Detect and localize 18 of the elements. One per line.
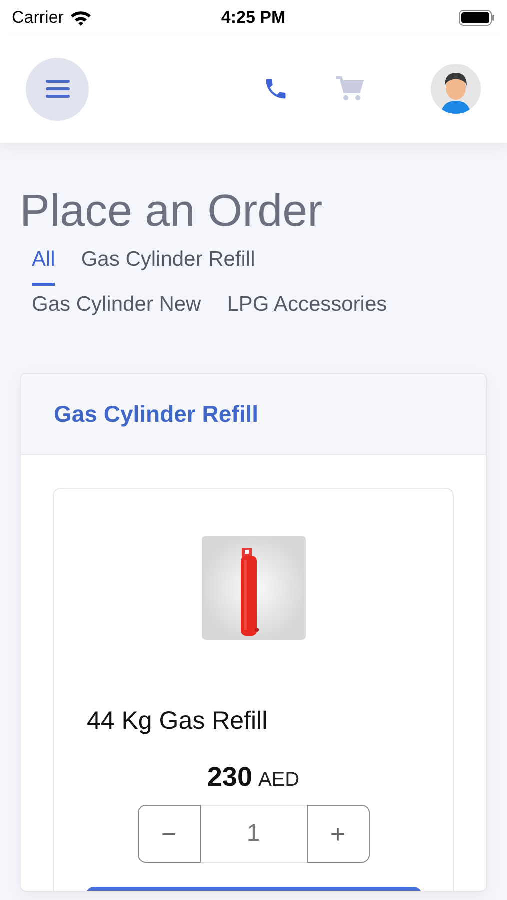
category-tab[interactable]: All xyxy=(32,245,56,286)
price-currency: AED xyxy=(258,769,300,792)
page-title: Place an Order xyxy=(20,184,324,238)
status-time: 4:25 PM xyxy=(221,8,286,26)
battery-icon xyxy=(459,10,495,26)
category-tab[interactable]: Gas Cylinder Refill xyxy=(81,245,256,286)
menu-icon xyxy=(46,79,70,99)
section-title: Gas Cylinder Refill xyxy=(54,400,259,428)
cart-icon xyxy=(336,76,364,102)
category-tab[interactable]: LPG Accessories xyxy=(227,290,388,331)
profile-button[interactable] xyxy=(431,64,481,114)
carrier-label: Carrier xyxy=(12,8,64,28)
wifi-icon xyxy=(70,10,92,26)
decrement-button[interactable]: − xyxy=(138,805,200,863)
product-name: 44 Kg Gas Refill xyxy=(87,707,268,736)
price-value: 230 xyxy=(207,762,252,793)
increment-button[interactable]: + xyxy=(306,805,370,863)
category-tab[interactable]: Gas Cylinder New xyxy=(32,290,202,331)
